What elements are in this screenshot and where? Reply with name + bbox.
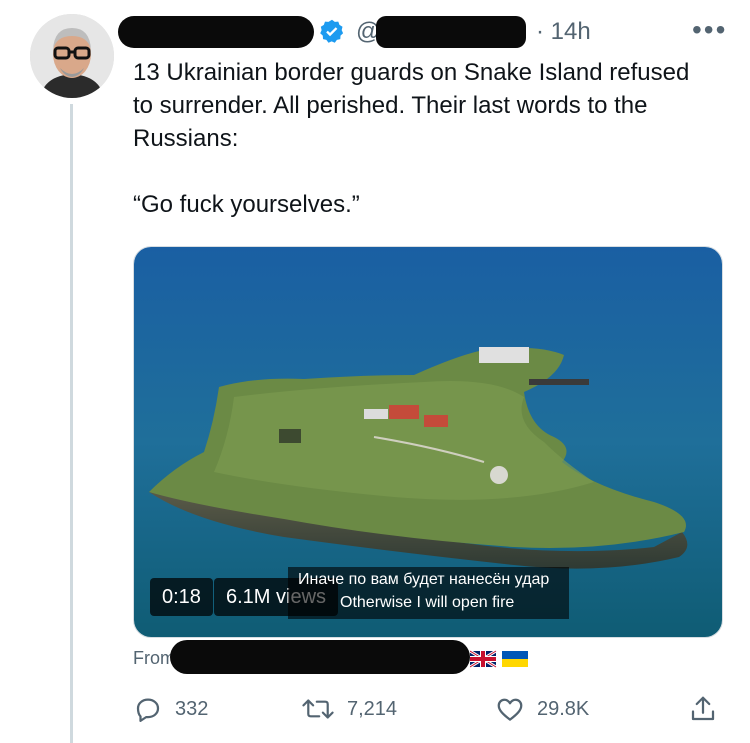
more-options-icon[interactable]: ••• (692, 14, 727, 46)
video-attribution-prefix: From (133, 648, 175, 668)
retweet-button[interactable]: 7,214 (301, 694, 397, 724)
thread-line (70, 104, 73, 743)
video-subtitles: Иначе по вам будет нанесён удар Otherwis… (288, 567, 569, 619)
tweet-text-line: 13 Ukrainian border guards on Snake Isla… (133, 59, 690, 86)
retweet-count: 7,214 (347, 697, 398, 720)
tweet-text-line: Russians: (133, 125, 239, 152)
tweet-quote: “Go fuck yourselves.” (133, 191, 360, 218)
reply-icon (136, 698, 160, 722)
share-button[interactable] (688, 694, 730, 724)
verified-badge-icon (320, 19, 344, 43)
heart-icon (497, 698, 523, 721)
retweet-icon (302, 699, 334, 719)
subtitle-english: Otherwise I will open fire (340, 594, 515, 611)
reply-count: 332 (175, 697, 209, 720)
tweet-header: @ · 14h ••• (118, 14, 728, 54)
avatar[interactable] (30, 14, 114, 98)
flag-icons (469, 649, 530, 674)
video-duration: 0:18 (150, 578, 213, 616)
tweet-timestamp[interactable]: · 14h (536, 18, 591, 46)
redacted-display-name (118, 16, 314, 48)
like-button[interactable]: 29.8K (495, 694, 589, 724)
tweet-text-line: to surrender. All perished. Their last w… (133, 92, 648, 119)
uk-ukraine-flags-icon (469, 649, 528, 669)
share-icon (691, 696, 715, 721)
tweet-text: 13 Ukrainian border guards on Snake Isla… (133, 56, 733, 221)
like-count: 29.8K (537, 697, 590, 720)
tweet-actions: 332 7,214 29.8K (133, 694, 733, 728)
subtitle-russian: Иначе по вам будет нанесён удар (298, 571, 550, 588)
avatar-image (30, 14, 114, 98)
redacted-attribution-name (170, 640, 470, 674)
reply-button[interactable]: 332 (133, 694, 208, 724)
redacted-handle (376, 16, 526, 48)
